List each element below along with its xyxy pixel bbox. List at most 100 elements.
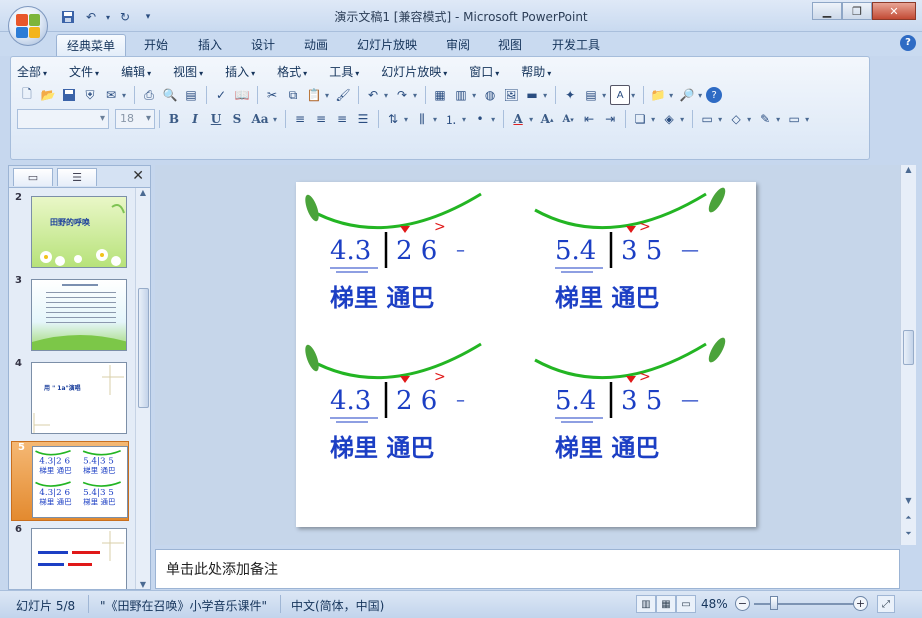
font-size-combo[interactable]: 18 bbox=[115, 109, 155, 129]
table-icon[interactable]: ▥ bbox=[451, 85, 471, 105]
next-slide-icon[interactable]: ⏷ bbox=[901, 529, 916, 539]
slide-thumbnail[interactable]: 6 bbox=[9, 524, 137, 589]
close-button[interactable]: ✕ bbox=[872, 2, 916, 20]
menu-window[interactable]: 窗口 ▾ bbox=[469, 63, 499, 81]
menu-format[interactable]: 格式 ▾ bbox=[277, 63, 307, 81]
tab-classic-menu[interactable]: 经典菜单 bbox=[56, 34, 127, 56]
tab-insert[interactable]: 插入 bbox=[188, 34, 232, 56]
menu-all[interactable]: 全部 ▾ bbox=[17, 63, 47, 81]
tab-home[interactable]: 开始 bbox=[134, 34, 178, 56]
underline-button[interactable]: U bbox=[206, 109, 226, 129]
text-box-icon[interactable]: A bbox=[610, 85, 631, 105]
permission-icon[interactable]: ⛨ bbox=[80, 85, 100, 105]
increase-indent-icon[interactable]: ⇥ bbox=[600, 109, 620, 129]
menu-tools[interactable]: 工具 ▾ bbox=[329, 63, 359, 81]
help-icon[interactable]: ? bbox=[706, 87, 723, 103]
tab-slides[interactable]: ▭ bbox=[13, 167, 53, 186]
justify-icon[interactable]: ☰ bbox=[353, 109, 373, 129]
bullets-icon[interactable]: • bbox=[470, 109, 490, 129]
open-folder-icon[interactable]: 📂 bbox=[38, 85, 58, 105]
format-painter-icon[interactable]: 🖌 bbox=[333, 85, 353, 105]
scroll-down-icon[interactable]: ▼ bbox=[136, 580, 150, 589]
previous-slide-icon[interactable]: ⏶ bbox=[901, 513, 916, 523]
zoom-out-icon[interactable]: − bbox=[735, 596, 750, 611]
font-color-icon[interactable]: A bbox=[508, 109, 528, 129]
scrollbar-thumb[interactable] bbox=[138, 288, 149, 408]
tab-review[interactable]: 审阅 bbox=[436, 34, 480, 56]
menu-help[interactable]: 帮助 ▾ bbox=[521, 63, 551, 81]
editor-scrollbar[interactable]: ▲ ▼ ⏶ ⏷ bbox=[900, 165, 916, 545]
change-case-button[interactable]: Aa bbox=[248, 109, 272, 129]
copy-icon[interactable]: ⧉ bbox=[283, 85, 303, 105]
shrink-font-icon[interactable]: A ▾ bbox=[558, 109, 578, 129]
research-icon[interactable]: ▤ bbox=[181, 85, 201, 105]
print-icon[interactable]: ⎙ bbox=[139, 85, 159, 105]
shape-fill-icon[interactable]: ▬ bbox=[522, 85, 542, 105]
normal-view-icon[interactable]: ▥ bbox=[636, 595, 656, 613]
bold-button[interactable]: B bbox=[164, 109, 184, 129]
quick-styles-icon[interactable]: ▭ bbox=[697, 109, 717, 129]
cut-icon[interactable]: ✂ bbox=[262, 85, 282, 105]
notes-pane[interactable]: 单击此处添加备注 bbox=[155, 549, 900, 589]
tab-outline[interactable]: ☰ bbox=[57, 167, 97, 186]
zoom-icon[interactable]: 🔎 bbox=[677, 85, 697, 105]
slide-thumbnail[interactable]: 3 bbox=[9, 275, 137, 355]
menu-file[interactable]: 文件 ▾ bbox=[69, 63, 99, 81]
mail-icon[interactable]: ✉ bbox=[101, 85, 121, 105]
fill-color-icon[interactable]: ◇ bbox=[726, 109, 746, 129]
menu-insert[interactable]: 插入 ▾ bbox=[225, 63, 255, 81]
slide-thumbnail[interactable]: 4 用 " 1a"演唱 bbox=[9, 358, 137, 438]
align-left-icon[interactable]: ≡ bbox=[290, 109, 310, 129]
zoom-in-icon[interactable]: + bbox=[853, 596, 868, 611]
scroll-down-icon[interactable]: ▼ bbox=[901, 496, 916, 505]
tab-view[interactable]: 视图 bbox=[488, 34, 532, 56]
slides-pane-scrollbar[interactable]: ▲ ▼ bbox=[135, 188, 150, 589]
menu-slideshow[interactable]: 幻灯片放映 ▾ bbox=[381, 63, 447, 81]
redo-icon[interactable]: ↷ bbox=[392, 85, 412, 105]
research-book-icon[interactable]: 📖 bbox=[232, 85, 252, 105]
fit-to-window-icon[interactable]: ⤢ bbox=[877, 595, 895, 613]
scroll-up-icon[interactable]: ▲ bbox=[136, 188, 150, 197]
restore-button[interactable]: ❐ bbox=[842, 2, 872, 20]
align-center-icon[interactable]: ≡ bbox=[311, 109, 331, 129]
line-color-icon[interactable]: ✎ bbox=[755, 109, 775, 129]
spelling-icon[interactable]: ✓ bbox=[211, 85, 231, 105]
zoom-slider-thumb[interactable] bbox=[770, 596, 778, 610]
tab-animation[interactable]: 动画 bbox=[294, 34, 338, 56]
shapes-icon[interactable]: ◈ bbox=[659, 109, 679, 129]
new-slide-icon[interactable]: ✦ bbox=[560, 85, 580, 105]
help-icon[interactable]: ? bbox=[900, 35, 916, 51]
paste-icon[interactable]: 📋 bbox=[304, 85, 324, 105]
minimize-button[interactable]: ▁ bbox=[812, 2, 842, 20]
theme-name[interactable]: "《田野在召唤》小学音乐课件" bbox=[100, 597, 267, 614]
scrollbar-thumb[interactable] bbox=[903, 330, 914, 365]
columns-icon[interactable]: ⫼ bbox=[412, 109, 432, 129]
font-name-combo[interactable] bbox=[17, 109, 109, 129]
current-slide[interactable]: >4.3 2 6– 梯里 通巴 >5.4 3 5— 梯里 通巴 >4.3 2 6– 梯里 通巴 >… bbox=[296, 182, 756, 527]
grow-font-icon[interactable]: A ▴ bbox=[537, 109, 557, 129]
smartart-icon[interactable]: ◍ bbox=[480, 85, 500, 105]
save-icon[interactable] bbox=[59, 85, 79, 105]
arrange-icon[interactable]: ❏ bbox=[630, 109, 650, 129]
align-right-icon[interactable]: ≡ bbox=[332, 109, 352, 129]
tab-slideshow[interactable]: 幻灯片放映 bbox=[347, 34, 427, 56]
tab-design[interactable]: 设计 bbox=[241, 34, 285, 56]
zoom-level[interactable]: 48% bbox=[701, 597, 728, 611]
zoom-slider[interactable] bbox=[754, 603, 854, 605]
shape-effects-icon[interactable]: ▭ bbox=[784, 109, 804, 129]
decrease-indent-icon[interactable]: ⇤ bbox=[579, 109, 599, 129]
folder-icon[interactable]: 📁 bbox=[648, 85, 668, 105]
chart-icon[interactable]: ▦ bbox=[430, 85, 450, 105]
layout-icon[interactable]: ▤ bbox=[581, 85, 601, 105]
close-icon[interactable]: ✕ bbox=[132, 168, 144, 184]
numbering-icon[interactable]: ⒈ bbox=[441, 109, 461, 129]
slide-thumbnail[interactable]: 2 田野的呼唤 bbox=[9, 192, 137, 272]
scroll-up-icon[interactable]: ▲ bbox=[901, 165, 916, 174]
undo-icon[interactable]: ↶ bbox=[363, 85, 383, 105]
print-preview-icon[interactable]: 🔍 bbox=[160, 85, 180, 105]
picture-icon[interactable]: 🖼 bbox=[501, 85, 521, 105]
slideshow-view-icon[interactable]: ▭ bbox=[676, 595, 696, 613]
menu-edit[interactable]: 编辑 ▾ bbox=[121, 63, 151, 81]
menu-view[interactable]: 视图 ▾ bbox=[173, 63, 203, 81]
italic-button[interactable]: I bbox=[185, 109, 205, 129]
